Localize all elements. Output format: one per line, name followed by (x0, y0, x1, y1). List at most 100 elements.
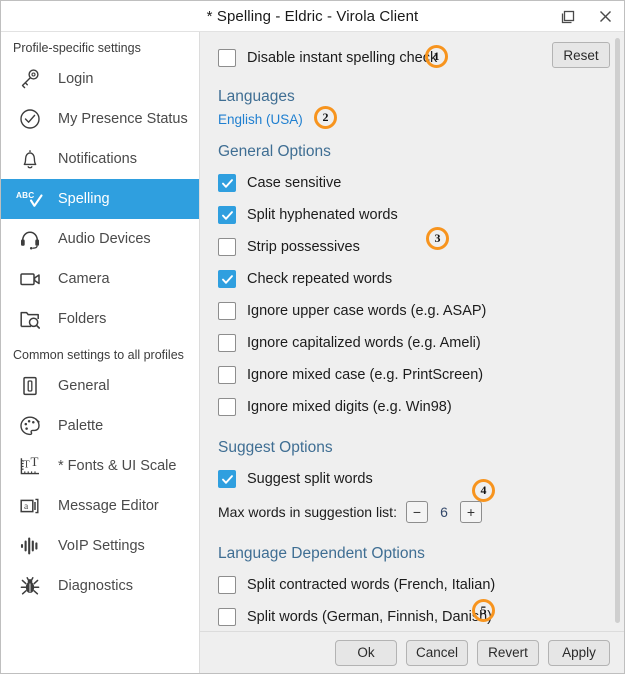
settings-sidebar: Profile-specific settings Login (1, 32, 200, 673)
apply-button[interactable]: Apply (548, 640, 610, 666)
languages-header: Languages (218, 88, 606, 106)
option-label: Split hyphenated words (247, 207, 398, 223)
palette-icon (15, 412, 45, 440)
option-label: Ignore mixed case (e.g. PrintScreen) (247, 367, 483, 383)
sidebar-item-camera[interactable]: Camera (1, 259, 199, 299)
option-label: Suggest split words (247, 471, 373, 487)
window-title: * Spelling - Eldric - Virola Client (1, 8, 624, 25)
font-scale-icon: T T (15, 452, 45, 480)
general-options-header: General Options (218, 143, 606, 161)
ignore-mixed-digits-checkbox[interactable] (218, 398, 236, 416)
option-label: Ignore upper case words (e.g. ASAP) (247, 303, 486, 319)
svg-text:T: T (24, 460, 30, 471)
strip-possessives-checkbox[interactable] (218, 238, 236, 256)
sidebar-item-label: Message Editor (58, 498, 159, 514)
max-words-label: Max words in suggestion list: (218, 504, 397, 520)
ignore-capitalized-words-checkbox[interactable] (218, 334, 236, 352)
headset-icon (15, 225, 45, 253)
sidebar-item-diagnostics[interactable]: Diagnostics (1, 566, 199, 606)
text-box-icon: a (15, 492, 45, 520)
annotation-badge-4: 4 (472, 479, 495, 502)
split-contracted-words-checkbox[interactable] (218, 576, 236, 594)
split-hyphenated-words-checkbox[interactable] (218, 206, 236, 224)
sidebar-item-label: General (58, 378, 110, 394)
sidebar-item-voip-settings[interactable]: VoIP Settings (1, 526, 199, 566)
settings-main-panel: Reset Disable instant spelling check Lan… (200, 32, 624, 673)
title-bar: * Spelling - Eldric - Virola Client (1, 1, 624, 32)
sidebar-item-label: Notifications (58, 151, 137, 167)
annotation-badge-5: 5 (472, 599, 495, 622)
annotation-badge-1: 1 (425, 45, 448, 68)
window-controls (548, 1, 624, 31)
language-link[interactable]: English (USA) (218, 112, 606, 127)
svg-text:T: T (31, 454, 39, 469)
sidebar-item-login[interactable]: Login (1, 59, 199, 99)
option-check-repeated-words[interactable]: Check repeated words (218, 263, 606, 295)
sidebar-item-label: Diagnostics (58, 578, 133, 594)
sidebar-item-message-editor[interactable]: a Message Editor (1, 486, 199, 526)
suggest-options-header: Suggest Options (218, 439, 606, 457)
sidebar-item-fonts-ui-scale[interactable]: T T * Fonts & UI Scale (1, 446, 199, 486)
sidebar-group-profile-label: Profile-specific settings (1, 38, 199, 59)
sidebar-item-general[interactable]: General (1, 366, 199, 406)
check-repeated-words-checkbox[interactable] (218, 270, 236, 288)
restore-icon (559, 8, 576, 25)
option-split-hyphenated-words[interactable]: Split hyphenated words (218, 199, 606, 231)
option-ignore-upper-case-words[interactable]: Ignore upper case words (e.g. ASAP) (218, 295, 606, 327)
scrollbar-thumb[interactable] (615, 38, 620, 623)
sidebar-group-common-label: Common settings to all profiles (1, 339, 199, 366)
svg-text:ABC: ABC (16, 191, 34, 200)
check-circle-icon (15, 105, 45, 133)
option-ignore-capitalized-words[interactable]: Ignore capitalized words (e.g. Ameli) (218, 327, 606, 359)
option-case-sensitive[interactable]: Case sensitive (218, 167, 606, 199)
option-label: Ignore capitalized words (e.g. Ameli) (247, 335, 481, 351)
restore-button[interactable] (548, 1, 586, 31)
sidebar-item-label: Login (58, 71, 93, 87)
option-strip-possessives[interactable]: Strip possessives (218, 231, 606, 263)
sidebar-item-my-presence-status[interactable]: My Presence Status (1, 99, 199, 139)
annotation-badge-2: 2 (314, 106, 337, 129)
reset-button[interactable]: Reset (552, 42, 610, 68)
sidebar-item-audio-devices[interactable]: Audio Devices (1, 219, 199, 259)
annotation-badge-3: 3 (426, 227, 449, 250)
cancel-button[interactable]: Cancel (406, 640, 468, 666)
camera-icon (15, 265, 45, 293)
disable-instant-spelling-check-label: Disable instant spelling check (247, 50, 437, 66)
option-split-contracted-words[interactable]: Split contracted words (French, Italian) (218, 569, 606, 601)
disable-instant-spelling-check-checkbox[interactable] (218, 49, 236, 67)
option-label: Strip possessives (247, 239, 360, 255)
option-label: Case sensitive (247, 175, 341, 191)
sidebar-item-palette[interactable]: Palette (1, 406, 199, 446)
option-label: Ignore mixed digits (e.g. Win98) (247, 399, 452, 415)
max-words-increment-button[interactable]: + (460, 501, 482, 523)
content-scrollbar[interactable] (615, 38, 620, 621)
ignore-mixed-case-checkbox[interactable] (218, 366, 236, 384)
option-ignore-mixed-case[interactable]: Ignore mixed case (e.g. PrintScreen) (218, 359, 606, 391)
sidebar-item-spelling[interactable]: ABC Spelling (1, 179, 199, 219)
disable-instant-spelling-check-row[interactable]: Disable instant spelling check (218, 44, 606, 72)
close-icon (597, 8, 614, 25)
abc-check-icon: ABC (15, 185, 45, 213)
sidebar-item-notifications[interactable]: Notifications (1, 139, 199, 179)
revert-button[interactable]: Revert (477, 640, 539, 666)
sidebar-item-label: Palette (58, 418, 103, 434)
suggest-split-words-checkbox[interactable] (218, 470, 236, 488)
language-dependent-options-header: Language Dependent Options (218, 545, 606, 563)
close-button[interactable] (586, 1, 624, 31)
option-ignore-mixed-digits[interactable]: Ignore mixed digits (e.g. Win98) (218, 391, 606, 423)
option-suggest-split-words[interactable]: Suggest split words (218, 463, 606, 495)
split-words-checkbox[interactable] (218, 608, 236, 626)
ignore-upper-case-words-checkbox[interactable] (218, 302, 236, 320)
max-words-decrement-button[interactable]: − (406, 501, 428, 523)
option-label: Split contracted words (French, Italian) (247, 577, 495, 593)
ok-button[interactable]: Ok (335, 640, 397, 666)
case-sensitive-checkbox[interactable] (218, 174, 236, 192)
waveform-icon (15, 532, 45, 560)
option-label: Check repeated words (247, 271, 392, 287)
sidebar-item-folders[interactable]: Folders (1, 299, 199, 339)
sidebar-item-label: Folders (58, 311, 106, 327)
sidebar-item-label: VoIP Settings (58, 538, 145, 554)
bug-icon (15, 572, 45, 600)
option-split-words[interactable]: Split words (German, Finnish, Danish) (218, 601, 606, 631)
settings-content: Reset Disable instant spelling check Lan… (200, 32, 624, 631)
